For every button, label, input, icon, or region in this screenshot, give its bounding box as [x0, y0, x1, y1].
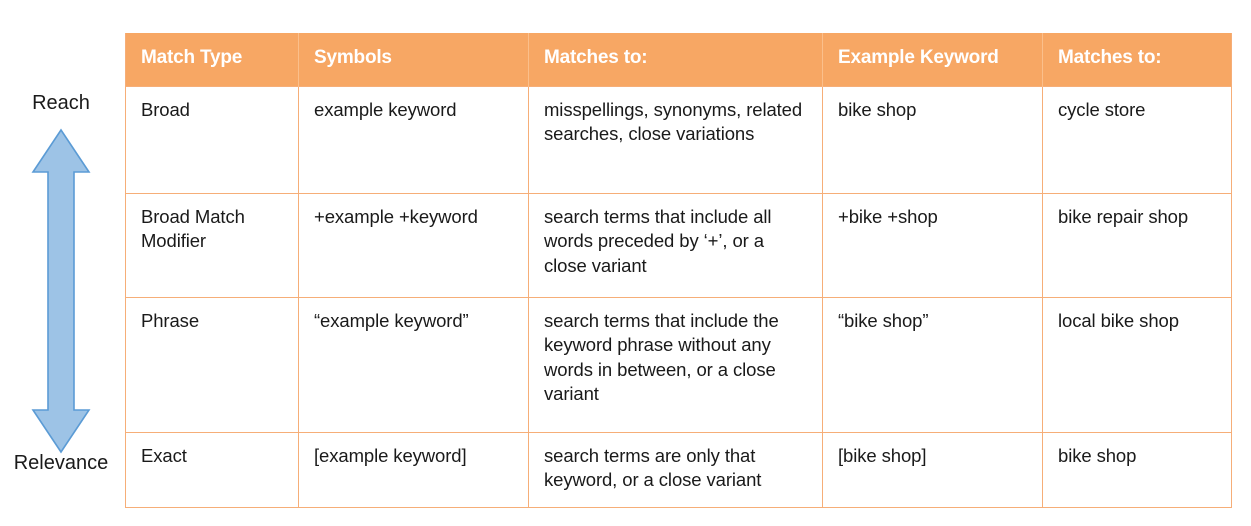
cell-example-matches-to: cycle store: [1042, 85, 1232, 193]
cell-example-matches-to: local bike shop: [1042, 296, 1232, 432]
cell-example-keyword: bike shop: [822, 85, 1043, 193]
cell-match-type: Phrase: [125, 296, 299, 432]
column-header-example-matches-to: Matches to:: [1042, 33, 1232, 86]
cell-match-type: Broad Match Modifier: [125, 192, 299, 297]
cell-matches-to: misspellings, synonyms, related searches…: [528, 85, 823, 193]
cell-matches-to: search terms that include all words prec…: [528, 192, 823, 297]
cell-symbols: example keyword: [298, 85, 529, 193]
double-headed-vertical-arrow-icon: [31, 128, 91, 454]
column-header-symbols: Symbols: [298, 33, 529, 86]
cell-example-keyword: “bike shop”: [822, 296, 1043, 432]
table-row: Exact [example keyword] search terms are…: [125, 431, 1232, 508]
cell-symbols: +example +keyword: [298, 192, 529, 297]
column-header-match-type: Match Type: [125, 33, 299, 86]
cell-match-type: Broad: [125, 85, 299, 193]
table-row: Phrase “example keyword” search terms th…: [125, 296, 1232, 432]
reach-relevance-axis: Reach Relevance: [0, 92, 122, 498]
cell-example-matches-to: bike repair shop: [1042, 192, 1232, 297]
cell-symbols: [example keyword]: [298, 431, 529, 508]
cell-example-keyword: +bike +shop: [822, 192, 1043, 297]
table-header-row: Match Type Symbols Matches to: Example K…: [125, 33, 1232, 86]
cell-example-keyword: [bike shop]: [822, 431, 1043, 508]
cell-matches-to: search terms are only that keyword, or a…: [528, 431, 823, 508]
table-row: Broad Match Modifier +example +keyword s…: [125, 192, 1232, 297]
axis-label-relevance: Relevance: [13, 452, 109, 474]
column-header-matches-to: Matches to:: [528, 33, 823, 86]
table-row: Broad example keyword misspellings, syno…: [125, 85, 1232, 193]
cell-match-type: Exact: [125, 431, 299, 508]
match-type-table: Match Type Symbols Matches to: Example K…: [125, 33, 1232, 508]
cell-matches-to: search terms that include the keyword ph…: [528, 296, 823, 432]
cell-symbols: “example keyword”: [298, 296, 529, 432]
cell-example-matches-to: bike shop: [1042, 431, 1232, 508]
column-header-example-keyword: Example Keyword: [822, 33, 1043, 86]
axis-label-reach: Reach: [32, 92, 90, 114]
screenshot-canvas: Reach Relevance Match Type Symbols Match…: [0, 0, 1251, 526]
